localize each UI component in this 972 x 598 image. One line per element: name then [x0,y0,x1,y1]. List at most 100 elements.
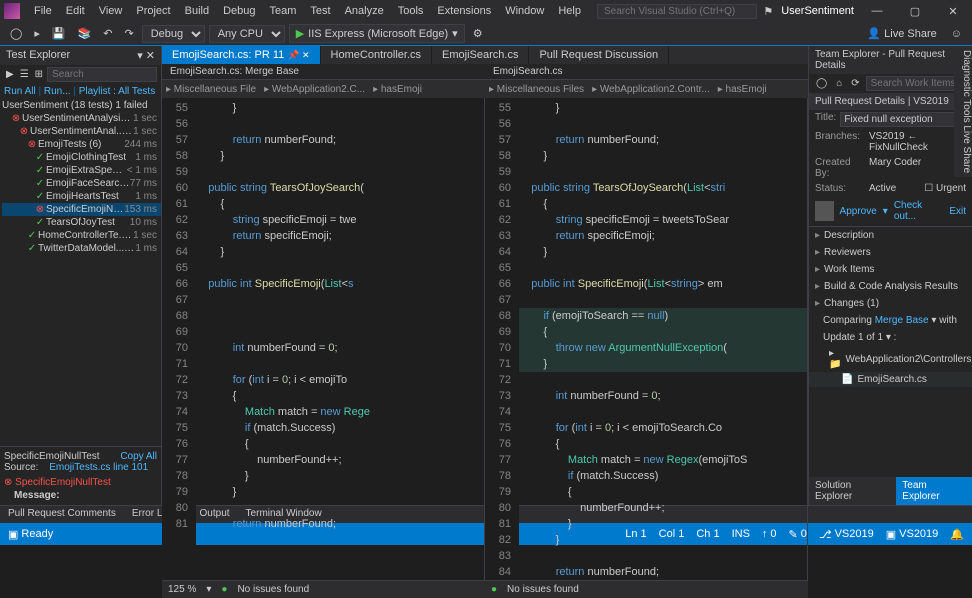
saveall-icon[interactable]: 📚 [74,25,96,42]
breadcrumb-item[interactable]: ▸ hasEmoji [718,84,767,95]
menu-project[interactable]: Project [130,3,176,19]
test-node[interactable]: ⊗UserSentimentAnal... (18)1 sec [2,125,161,138]
menu-extensions[interactable]: Extensions [431,3,497,19]
platform-select[interactable]: Any CPU [209,25,285,43]
zoom[interactable]: 125 % [168,584,196,595]
file-row[interactable]: 📄 EmojiSearch.cs [809,372,972,387]
editor-tab[interactable]: EmojiSearch.cs: PR 11 📌 ✕ [162,46,321,64]
branch[interactable]: ⎇ VS2019 [819,528,874,541]
live-share-button[interactable]: 👤 Live Share [861,25,942,42]
test-link[interactable]: Run All [4,86,36,97]
back-icon[interactable]: ◯ [6,25,26,42]
breadcrumb-item[interactable]: ▸ WebApplication2.Contr... [592,84,710,95]
checkout-button[interactable]: Check out... [894,200,944,222]
menu-edit[interactable]: Edit [60,3,91,19]
breadcrumb-item[interactable]: ▸ Miscellaneous File [166,84,256,95]
test-node[interactable]: ✓TwitterDataModel... (6)1 ms [2,242,161,255]
test-search-input[interactable] [47,67,157,82]
test-node[interactable]: ⊗SpecificEmojiNullT...153 ms [2,203,161,216]
detail-name: SpecificEmojiNullTest [4,451,100,462]
issues-text: No issues found [237,584,309,595]
menu-debug[interactable]: Debug [217,3,261,19]
back-icon[interactable]: ◯ [813,77,830,90]
editor-tab[interactable]: Pull Request Discussion [529,46,669,64]
pr-branch: VS2019 [913,96,949,107]
status-label: Status: [815,183,865,194]
side-tool-tabs[interactable]: Diagnostic Tools Live Share [954,46,972,177]
test-node[interactable]: ✓EmojiHeartsTest1 ms [2,190,161,203]
editor-tab[interactable]: EmojiSearch.cs [432,46,529,64]
urgent-check[interactable]: Urgent [936,183,966,194]
issues-icon: ● [221,584,227,595]
test-node[interactable]: ✓EmojiClothingTest1 ms [2,151,161,164]
team-section[interactable]: ▸ Changes (1) [809,295,972,312]
config-select[interactable]: Debug [142,25,205,43]
refresh-icon[interactable]: ⟳ [848,77,862,90]
menu-view[interactable]: View [93,3,129,19]
test-node[interactable]: ⊗UserSentimentAnalysis... (18)1 sec [2,112,161,125]
team-section[interactable]: ▸ Work Items [809,261,972,278]
menu-team[interactable]: Team [264,3,303,19]
close-icon[interactable]: ✕ [938,5,968,18]
source-link[interactable]: EmojiTests.cs line 101 [41,462,148,473]
save-icon[interactable]: 💾 [48,25,70,42]
output-tab[interactable]: Pull Request Comments [0,506,124,523]
update-label: Update 1 of 1 [823,332,883,343]
menu-analyze[interactable]: Analyze [339,3,390,19]
test-link[interactable]: Playlist : All Tests [79,86,156,97]
folder-row[interactable]: ▸ 📁 WebApplication2\Controllers [809,346,972,372]
forward-icon[interactable]: ▸ [30,25,44,42]
team-section[interactable]: ▸ Description [809,227,972,244]
run-icon[interactable]: ▶ [4,67,16,82]
tab-team-explorer[interactable]: Team Explorer [896,477,972,505]
breadcrumb-item[interactable]: ▸ hasEmoji [373,84,422,95]
source-label: Source: [4,462,38,473]
search-input[interactable] [597,4,757,19]
test-node[interactable]: ✓HomeControllerTe... (6)1 sec [2,229,161,242]
test-node[interactable]: ✓TearsOfJoyTest10 ms [2,216,161,229]
breadcrumb-item[interactable]: ▸ Miscellaneous Files [489,84,584,95]
test-node[interactable]: ✓EmojiFaceSearchTest77 ms [2,177,161,190]
group-icon[interactable]: ⊞ [33,67,45,82]
team-header: Team Explorer - Pull Request Details [809,46,972,74]
test-node[interactable]: ✓EmojiExtraSpecial...< 1 ms [2,164,161,177]
team-section[interactable]: ▸ Build & Code Analysis Results [809,278,972,295]
editor-tab[interactable]: HomeController.cs [321,46,432,64]
breadcrumb-item[interactable]: ▸ WebApplication2.C... [264,84,365,95]
menu-file[interactable]: File [28,3,58,19]
home-icon[interactable]: ⌂ [833,77,845,90]
panel-options-icon[interactable]: ▾ ✕ [137,49,155,62]
maximize-icon[interactable]: ▢ [900,5,930,18]
minimize-icon[interactable]: — [862,5,892,17]
test-node[interactable]: ⊗EmojiTests (6)244 ms [2,138,161,151]
tool-icon[interactable]: ⚙ [469,25,487,42]
test-link[interactable]: Run... [44,86,71,97]
flag-icon[interactable]: ⚑ [763,5,773,18]
feedback-icon[interactable]: ☺ [947,26,966,42]
avatar [815,201,834,221]
exit-button[interactable]: Exit [949,206,966,217]
test-root[interactable]: UserSentiment (18 tests) 1 failed [2,99,161,112]
failed-test: SpecificEmojiNullTest [15,477,111,488]
menu-build[interactable]: Build [179,3,215,19]
undo-icon[interactable]: ↶ [99,25,116,42]
vs-logo [4,3,20,19]
notify-icon[interactable]: 🔔 [950,528,964,541]
redo-icon[interactable]: ↷ [120,25,137,42]
copy-all-link[interactable]: Copy All [120,451,157,462]
branches-value: VS2019 ← FixNullCheck [869,131,966,153]
launch-button[interactable]: ▶IIS Express (Microsoft Edge)▾ [289,24,465,43]
team-section[interactable]: ▸ Reviewers [809,244,972,261]
approve-button[interactable]: Approve [840,206,877,217]
work-item-search[interactable] [866,76,968,91]
menu-help[interactable]: Help [552,3,587,19]
filter-icon[interactable]: ☰ [18,67,31,82]
repo[interactable]: ▣ VS2019 [886,528,939,541]
tab-solution-explorer[interactable]: Solution Explorer [809,477,896,505]
menu-test[interactable]: Test [304,3,336,19]
menu-tools[interactable]: Tools [392,3,430,19]
pr-title-input[interactable] [840,112,972,127]
menu-window[interactable]: Window [499,3,550,19]
with-label: with [939,315,957,326]
merge-base-link[interactable]: Merge Base [875,315,929,326]
